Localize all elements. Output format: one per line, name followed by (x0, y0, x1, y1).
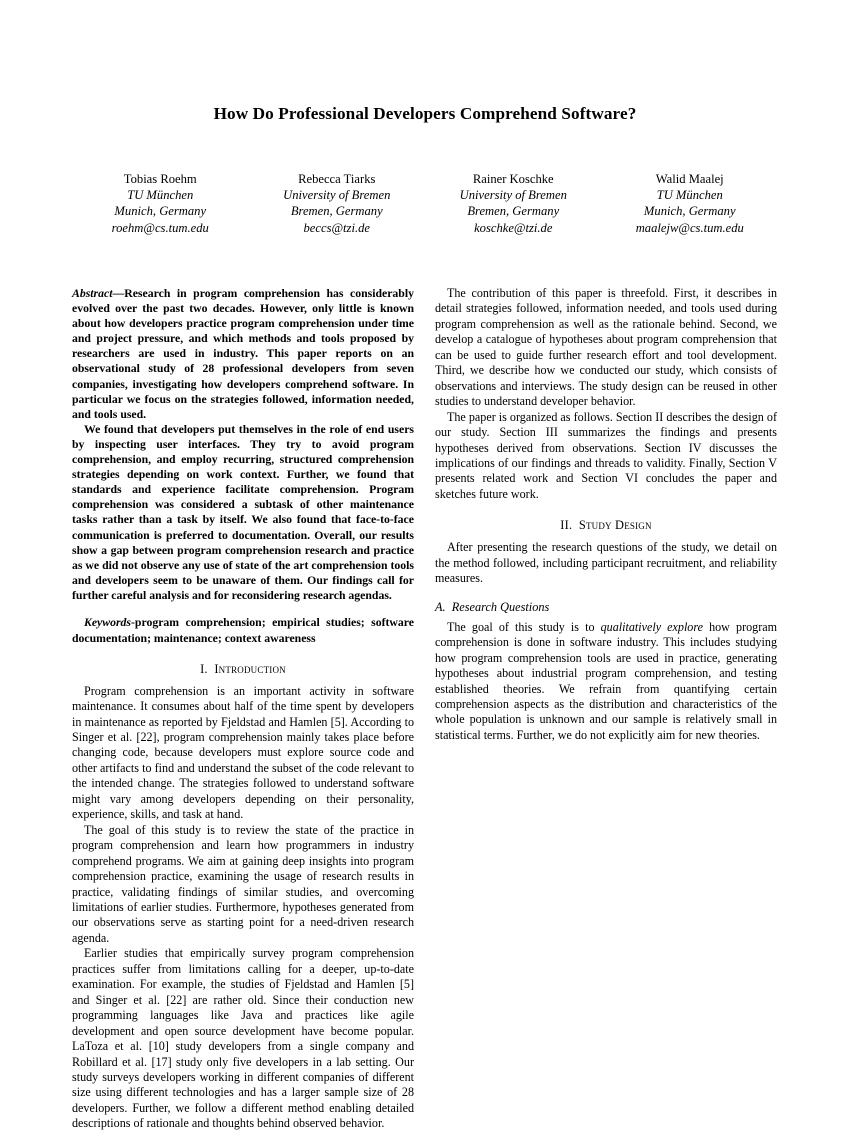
paper-page: How Do Professional Developers Comprehen… (0, 0, 850, 1130)
author-entry: Rebecca Tiarks University of Bremen Brem… (249, 171, 426, 237)
author-email: maalejw@cs.tum.edu (635, 220, 744, 235)
abstract-text-1: Research in program comprehension has co… (72, 287, 414, 421)
section-title: Study Design (578, 518, 652, 533)
author-affiliation: University of Bremen (459, 188, 567, 203)
body-columns: Abstract—Research in program comprehensi… (72, 286, 778, 1132)
intro-paragraph-4: The contribution of this paper is threef… (435, 286, 777, 409)
intro-paragraph-3: Earlier studies that empirically survey … (72, 946, 414, 1131)
keywords-label: Keywords (84, 616, 131, 630)
subsection-title: Research Questions (451, 599, 550, 614)
section-title: Introduction (214, 661, 286, 676)
subsection-label: A. (435, 599, 446, 614)
author-location: Munich, Germany (114, 204, 207, 219)
author-name: Walid Maalej (655, 171, 724, 186)
author-affiliation: TU München (656, 188, 723, 203)
author-location: Bremen, Germany (467, 204, 560, 219)
rq-text-part-2: how program comprehension is done in sof… (435, 619, 777, 742)
intro-paragraph-5: The paper is organized as follows. Secti… (435, 409, 777, 501)
section-numeral: II. (560, 518, 573, 533)
column-right: The contribution of this paper is threef… (435, 286, 777, 1132)
author-email: roehm@cs.tum.edu (111, 220, 209, 235)
author-affiliation: TU München (127, 188, 194, 203)
research-questions-paragraph: The goal of this study is to qualitative… (435, 620, 777, 744)
section-numeral: I. (200, 661, 208, 676)
author-affiliation: University of Bremen (283, 188, 391, 203)
subsection-heading-research-questions: A. Research Questions (435, 600, 777, 615)
section-heading-introduction: I. Introduction (72, 662, 414, 677)
author-entry: Rainer Koschke University of Bremen Brem… (425, 171, 602, 237)
intro-paragraph-1: Program comprehension is an important ac… (72, 683, 414, 822)
keywords-line: Keywords-program comprehension; empirica… (72, 615, 414, 645)
intro-paragraph-2: The goal of this study is to review the … (72, 822, 414, 945)
title-block: How Do Professional Developers Comprehen… (0, 0, 850, 125)
author-name: Rebecca Tiarks (298, 171, 376, 186)
abstract-dash: — (112, 287, 125, 300)
abstract-label: Abstract (72, 287, 113, 300)
author-entry: Walid Maalej TU München Munich, Germany … (602, 171, 779, 237)
section-heading-study-design: II. Study Design (435, 518, 777, 533)
rq-text-part-1: The goal of this study is to (447, 619, 601, 634)
author-location: Munich, Germany (643, 204, 736, 219)
author-entry: Tobias Roehm TU München Munich, Germany … (72, 171, 249, 237)
study-design-intro: After presenting the research questions … (435, 540, 777, 586)
author-list: Tobias Roehm TU München Munich, Germany … (0, 171, 850, 237)
author-name: Rainer Koschke (472, 171, 554, 186)
page-title: How Do Professional Developers Comprehen… (213, 104, 637, 123)
column-left: Abstract—Research in program comprehensi… (72, 286, 414, 1132)
author-email: beccs@tzi.de (303, 220, 371, 235)
abstract-paragraph-2: We found that developers put themselves … (72, 422, 414, 602)
author-location: Bremen, Germany (290, 204, 383, 219)
author-email: koschke@tzi.de (474, 220, 553, 235)
author-name: Tobias Roehm (123, 171, 197, 186)
abstract-paragraph-1: Abstract—Research in program comprehensi… (72, 286, 414, 422)
rq-emphasis: qualitatively explore (600, 619, 703, 634)
